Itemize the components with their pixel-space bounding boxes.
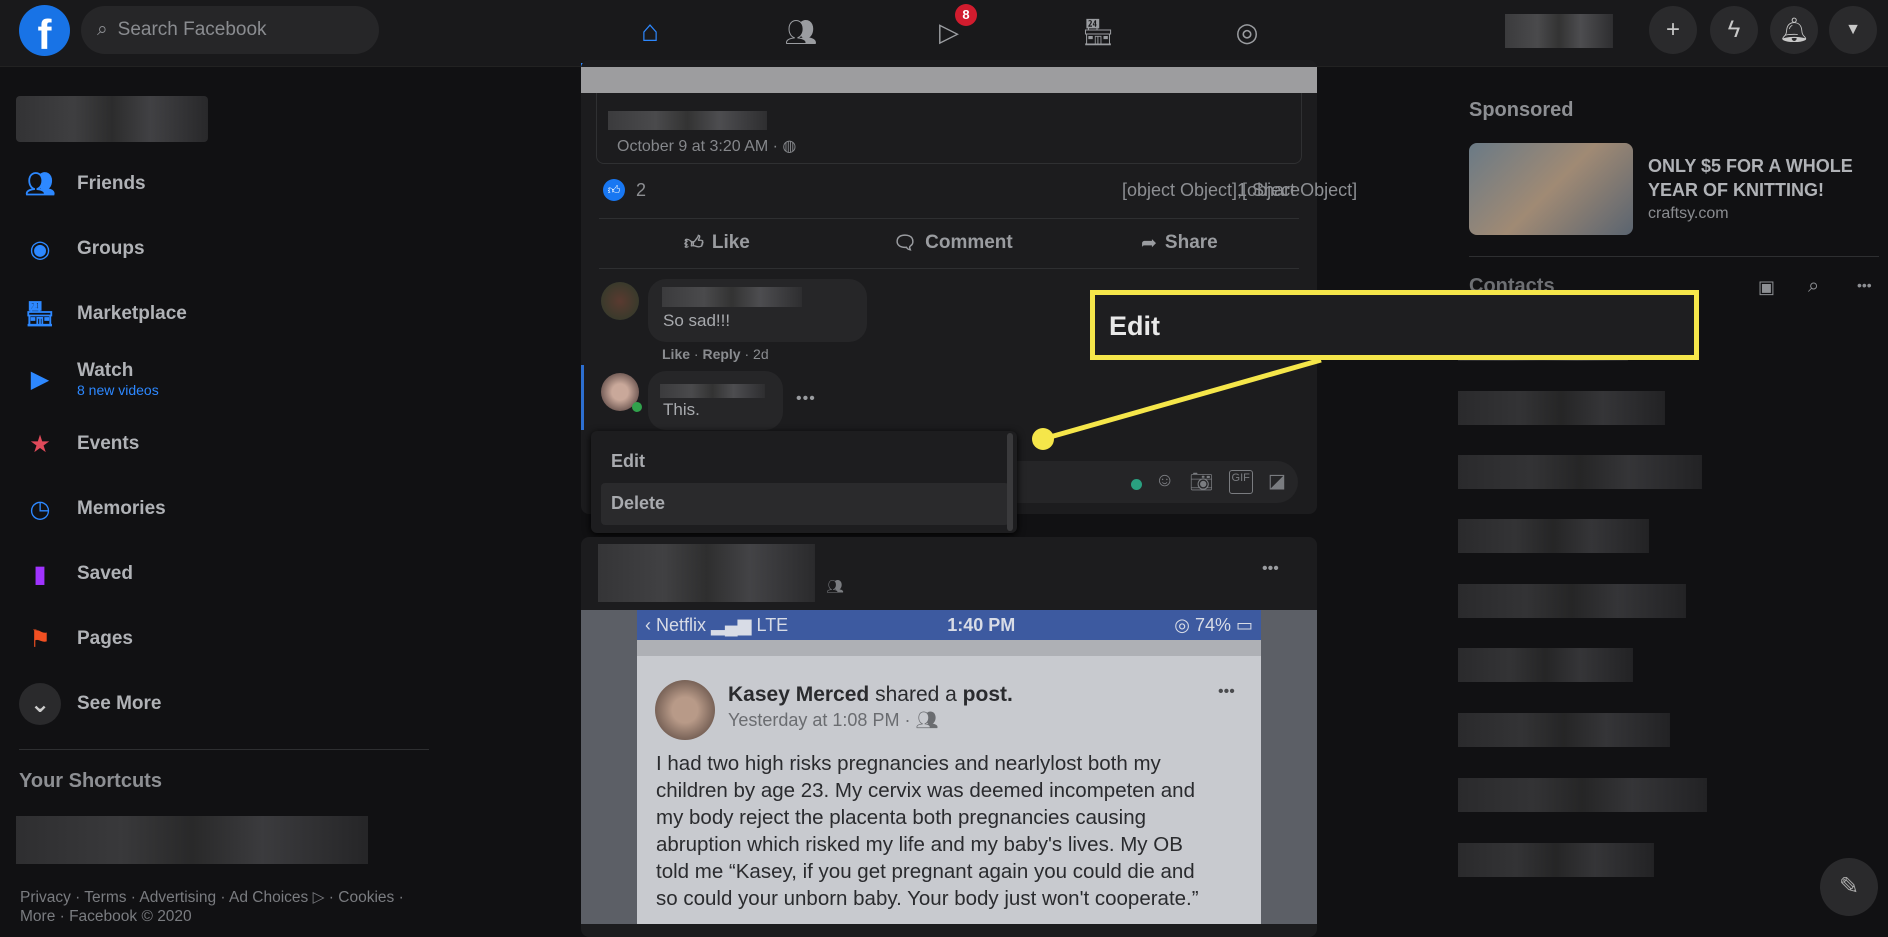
- callout-line: [1032, 357, 1322, 450]
- callout-label: Edit: [1109, 311, 1160, 341]
- callout-box: [1090, 290, 1699, 360]
